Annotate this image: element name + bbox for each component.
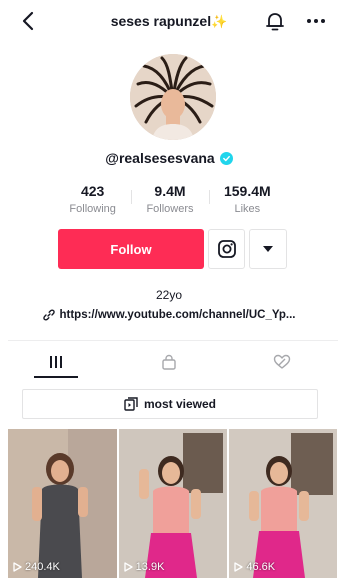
view-count-text: 46.6K	[246, 561, 276, 573]
sort-icon	[124, 397, 138, 411]
video-view-count: 46.6K	[234, 561, 275, 573]
instagram-button[interactable]	[208, 229, 245, 269]
liked-icon	[273, 354, 290, 369]
view-count-text: 240.4K	[25, 561, 60, 573]
caret-down-icon	[263, 246, 273, 252]
more-dots-icon	[307, 19, 325, 23]
view-count-text: 13.9K	[135, 561, 165, 573]
page-title: seses rapunzel✨	[0, 13, 338, 30]
stat-following[interactable]: 423 Following	[54, 182, 131, 222]
stat-label: Following	[69, 203, 116, 215]
verified-badge-icon	[219, 151, 233, 165]
instagram-icon	[217, 240, 236, 258]
sparkle-emoji: ✨	[211, 14, 228, 29]
video-thumbnail[interactable]: 240.4K	[8, 429, 117, 578]
grid-icon	[50, 356, 63, 368]
stat-value: 159.4M	[223, 183, 271, 199]
profile-name: seses rapunzel	[110, 13, 212, 29]
top-bar: seses rapunzel✨	[0, 0, 338, 44]
tab-videos[interactable]	[0, 346, 113, 378]
video-view-count: 240.4K	[13, 561, 60, 573]
stat-value: 423	[80, 183, 105, 199]
video-thumbnail[interactable]: 13.9K	[118, 429, 228, 578]
suggested-accounts-button[interactable]	[249, 229, 287, 269]
stat-label: Followers	[146, 203, 194, 215]
play-icon	[124, 562, 133, 572]
stat-likes[interactable]: 159.4M Likes	[208, 182, 286, 222]
tab-liked[interactable]	[225, 346, 338, 378]
video-thumbnail[interactable]: 46.6K	[229, 429, 338, 578]
play-icon	[13, 562, 22, 572]
more-options-button[interactable]	[304, 9, 328, 33]
video-grid: 240.4K 13.9K 46.6K	[8, 429, 338, 578]
video-view-count: 13.9K	[124, 561, 165, 573]
stat-value: 9.4M	[154, 183, 186, 199]
avatar-image	[130, 54, 216, 140]
stat-followers[interactable]: 9.4M Followers	[131, 182, 208, 222]
tab-private[interactable]	[113, 346, 226, 378]
profile-stats: 423 Following 9.4M Followers 159.4M Like…	[54, 182, 286, 222]
video-thumbnail-image	[118, 429, 228, 578]
follow-button[interactable]: Follow	[58, 229, 204, 269]
username: @realsesesvana	[0, 150, 338, 166]
link-icon	[42, 309, 55, 321]
section-divider	[8, 340, 338, 341]
bio-text: 22yo	[155, 288, 183, 302]
sort-label: most viewed	[143, 397, 217, 411]
video-thumbnail-image	[229, 429, 338, 578]
bell-icon	[266, 13, 284, 31]
content-tabs	[0, 346, 338, 378]
sort-most-viewed-button[interactable]: most viewed	[22, 389, 318, 419]
bio-link[interactable]: https://www.youtube.com/channel/UC_Yp...	[0, 309, 338, 321]
bio-link-text: https://www.youtube.com/channel/UC_Yp...	[59, 309, 296, 321]
username-text: @realsesesvana	[105, 150, 215, 166]
play-icon	[234, 562, 243, 572]
lock-icon	[162, 354, 176, 370]
stat-label: Likes	[234, 203, 261, 215]
notification-button[interactable]	[264, 9, 286, 33]
avatar[interactable]	[130, 54, 216, 140]
video-thumbnail-image	[8, 429, 117, 578]
